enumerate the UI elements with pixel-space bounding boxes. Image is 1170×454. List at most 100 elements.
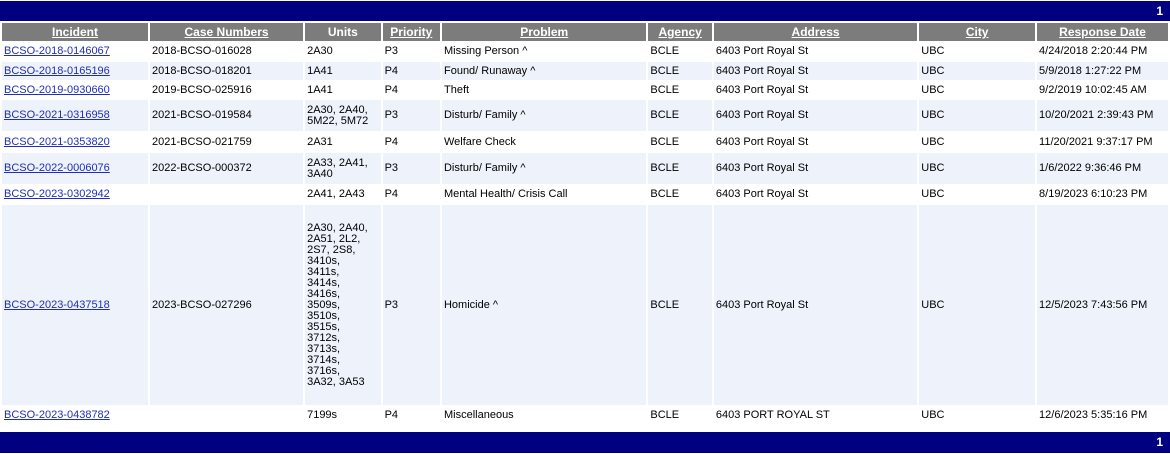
incident-link[interactable]: BCSO-2021-0353820 [4,136,110,148]
table-row: BCSO-2021-0316958 2021-BCSO-019584 2A30,… [2,100,1168,131]
priority: P4 [382,62,440,80]
table-row: BCSO-2018-0146067 2018-BCSO-016028 2A30 … [2,41,1168,62]
city: UBC [919,205,1036,405]
case-number: 2022-BCSO-000372 [150,153,304,184]
priority: P3 [382,41,440,62]
response-date: 8/19/2023 6:10:23 PM [1037,184,1168,205]
city: UBC [919,184,1036,205]
units: 2A33, 2A41, 3A40 [305,153,381,184]
incident-link[interactable]: BCSO-2023-0437518 [4,299,110,311]
pager-bottom-page-number[interactable]: 1 [1156,435,1163,449]
priority: P4 [382,184,440,205]
response-date: 10/20/2021 2:39:43 PM [1037,100,1168,131]
response-date: 9/2/2019 10:02:45 AM [1037,80,1168,100]
table-row: BCSO-2021-0353820 2021-BCSO-021759 2A31 … [2,131,1168,153]
incident-link[interactable]: BCSO-2022-0006076 [4,162,110,174]
agency: BCLE [648,41,712,62]
incident-link[interactable]: BCSO-2019-0930660 [4,84,110,96]
col-header-response-date[interactable]: Response Date [1037,23,1168,41]
incident-link[interactable]: BCSO-2023-0438782 [4,409,110,421]
problem: Homicide ^ [441,205,647,405]
col-header-priority[interactable]: Priority [382,23,440,41]
case-number: 2023-BCSO-027296 [150,205,304,405]
city: UBC [919,100,1036,131]
address: 6403 Port Royal St [713,41,918,62]
units: 2A30, 2A40, 2A51, 2L2, 2S7, 2S8, 3410s, … [305,205,381,405]
address: 6403 Port Royal St [713,131,918,153]
priority: P3 [382,153,440,184]
col-header-city[interactable]: City [919,23,1036,41]
response-date: 12/6/2023 5:35:16 PM [1037,405,1168,425]
col-header-problem[interactable]: Problem [441,23,647,41]
agency: BCLE [648,100,712,131]
agency: BCLE [648,62,712,80]
city: UBC [919,153,1036,184]
units: 2A30 [305,41,381,62]
city: UBC [919,131,1036,153]
address: 6403 Port Royal St [713,184,918,205]
city: UBC [919,405,1036,425]
priority: P4 [382,131,440,153]
incident-link[interactable]: BCSO-2018-0146067 [4,45,110,57]
agency: BCLE [648,184,712,205]
table-row: BCSO-2018-0165196 2018-BCSO-018201 1A41 … [2,62,1168,80]
address: 6403 Port Royal St [713,100,918,131]
units: 2A41, 2A43 [305,184,381,205]
table-header-row: Incident Case Numbers Units Priority Pro… [2,23,1168,41]
problem: Found/ Runaway ^ [441,62,647,80]
incident-link[interactable]: BCSO-2021-0316958 [4,109,110,121]
col-header-address[interactable]: Address [713,23,918,41]
agency: BCLE [648,80,712,100]
problem: Disturb/ Family ^ [441,100,647,131]
table-row: BCSO-2019-0930660 2019-BCSO-025916 1A41 … [2,80,1168,100]
agency: BCLE [648,131,712,153]
table-row: BCSO-2023-0302942 2A41, 2A43 P4 Mental H… [2,184,1168,205]
problem: Welfare Check [441,131,647,153]
col-header-incident[interactable]: Incident [2,23,149,41]
problem: Missing Person ^ [441,41,647,62]
units: 2A31 [305,131,381,153]
priority: P3 [382,100,440,131]
agency: BCLE [648,153,712,184]
incident-link[interactable]: BCSO-2018-0165196 [4,65,110,77]
incident-link[interactable]: BCSO-2023-0302942 [4,188,110,200]
address: 6403 Port Royal St [713,205,918,405]
response-date: 12/5/2023 7:43:56 PM [1037,205,1168,405]
city: UBC [919,41,1036,62]
case-number: 2018-BCSO-016028 [150,41,304,62]
problem: Mental Health/ Crisis Call [441,184,647,205]
case-number [150,405,304,425]
city: UBC [919,62,1036,80]
case-number: 2021-BCSO-019584 [150,100,304,131]
incident-table: Incident Case Numbers Units Priority Pro… [0,23,1170,425]
address: 6403 PORT ROYAL ST [713,405,918,425]
pager-top: 1 [0,1,1170,21]
units: 7199s [305,405,381,425]
agency: BCLE [648,205,712,405]
agency: BCLE [648,405,712,425]
case-number: 2021-BCSO-021759 [150,131,304,153]
city: UBC [919,80,1036,100]
priority: P4 [382,80,440,100]
col-header-case-numbers[interactable]: Case Numbers [150,23,304,41]
units: 2A30, 2A40, 5M22, 5M72 [305,100,381,131]
pager-top-page-number[interactable]: 1 [1156,4,1163,18]
address: 6403 Port Royal St [713,62,918,80]
response-date: 4/24/2018 2:20:44 PM [1037,41,1168,62]
problem: Theft [441,80,647,100]
case-number: 2019-BCSO-025916 [150,80,304,100]
response-date: 11/20/2021 9:37:17 PM [1037,131,1168,153]
priority: P3 [382,205,440,405]
col-header-agency[interactable]: Agency [648,23,712,41]
address: 6403 Port Royal St [713,153,918,184]
col-header-units: Units [305,23,381,41]
case-number: 2018-BCSO-018201 [150,62,304,80]
pager-bottom: 1 [0,432,1170,453]
response-date: 5/9/2018 1:27:22 PM [1037,62,1168,80]
problem: Miscellaneous [441,405,647,425]
table-row: BCSO-2022-0006076 2022-BCSO-000372 2A33,… [2,153,1168,184]
priority: P4 [382,405,440,425]
case-number [150,184,304,205]
units: 1A41 [305,80,381,100]
table-row: BCSO-2023-0438782 7199s P4 Miscellaneous… [2,405,1168,425]
